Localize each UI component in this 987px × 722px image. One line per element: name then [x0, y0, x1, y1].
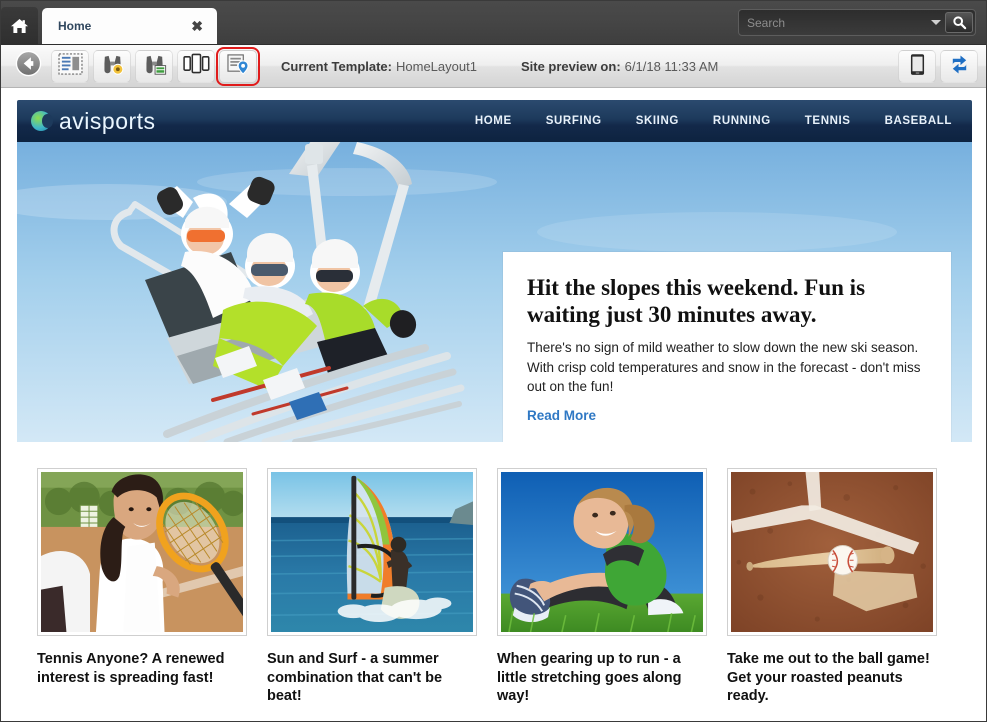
mobile-device-icon — [910, 53, 925, 81]
nav-item-baseball[interactable]: BASEBALL — [885, 115, 952, 127]
site-preview-pane: avisports HOME SURFING SKIING RUNNING TE… — [1, 88, 986, 721]
preview-restricted-button[interactable] — [93, 49, 131, 83]
nav-item-skiing[interactable]: SKIING — [636, 115, 679, 127]
tab-home[interactable]: Home ✖ — [42, 8, 217, 44]
site-preview-value: 6/1/18 11:33 AM — [624, 58, 719, 74]
hero-article-card: Hit the slopes this weekend. Fun is wait… — [503, 252, 951, 442]
nav-item-running[interactable]: RUNNING — [713, 115, 771, 127]
article-thumbnail[interactable] — [727, 468, 937, 636]
toolbar-right-group — [898, 50, 978, 83]
page-layout-button[interactable] — [51, 49, 89, 83]
back-button[interactable] — [9, 50, 47, 83]
article-title: Tennis Anyone? A renewed interest is spr… — [37, 651, 225, 686]
refresh-button[interactable] — [940, 50, 978, 83]
current-template-meta: Current Template: HomeLayout1 — [281, 59, 477, 74]
preview-page-button[interactable] — [135, 49, 173, 83]
tab-label: Home — [58, 19, 92, 33]
search-input[interactable] — [741, 12, 929, 33]
nav-item-surfing[interactable]: SURFING — [546, 115, 602, 127]
site-brand-name: avisports — [59, 107, 156, 134]
hero-section: Hit the slopes this weekend. Fun is wait… — [17, 142, 972, 442]
woman-stretching-on-grass-photo — [501, 472, 703, 632]
article-card-list: Tennis Anyone? A renewed interest is spr… — [17, 442, 972, 706]
article-title: Take me out to the ball game! Get your r… — [727, 651, 930, 705]
nav-item-home[interactable]: HOME — [475, 115, 512, 127]
refresh-sync-icon — [948, 53, 971, 81]
location-preview-button[interactable] — [216, 46, 260, 86]
article-thumbnail[interactable] — [267, 468, 477, 636]
article-thumbnail[interactable] — [497, 468, 707, 636]
home-button[interactable] — [1, 7, 38, 44]
mobile-preview-button[interactable] — [898, 50, 936, 83]
article-card[interactable]: Take me out to the ball game! Get your r… — [727, 468, 937, 706]
page-location-pin-icon — [226, 53, 251, 80]
search-button[interactable] — [945, 12, 973, 33]
site-preview-label: Site preview on: — [520, 58, 621, 74]
windsurfer-on-ocean-photo — [271, 472, 473, 632]
page-layout-icon — [57, 52, 83, 80]
current-template-label: Current Template: — [281, 58, 392, 74]
site-preview-meta: Site preview on: 6/1/18 11:33 AM — [521, 59, 718, 74]
devices-icon — [182, 53, 210, 79]
hero-read-more-link[interactable]: Read More — [527, 408, 596, 423]
article-thumbnail[interactable] — [37, 468, 247, 636]
current-template-value: HomeLayout1 — [396, 58, 477, 74]
article-card[interactable]: When gearing up to run - a little stretc… — [497, 468, 707, 706]
search-box — [738, 9, 976, 36]
article-title: Sun and Surf - a summer combination that… — [267, 651, 443, 705]
woman-with-tennis-racket-photo — [41, 472, 243, 632]
application-window: Home ✖ Search Current Template: HomeLayo… — [0, 0, 987, 722]
hero-title: Hit the slopes this weekend. Fun is wait… — [527, 275, 866, 328]
binoculars-warning-icon — [100, 52, 125, 80]
baseball-bat-and-ball-on-home-plate-photo — [731, 472, 933, 632]
toolbar: Current Template: HomeLayout1 Site previe… — [1, 45, 986, 88]
binoculars-page-icon — [142, 52, 167, 80]
nav-item-tennis[interactable]: TENNIS — [805, 115, 851, 127]
close-icon[interactable]: ✖ — [187, 17, 207, 35]
avisports-logo-icon — [31, 111, 53, 131]
site-logo[interactable]: avisports — [31, 108, 156, 135]
article-card[interactable]: Sun and Surf - a summer combination that… — [267, 468, 477, 706]
hero-body: There's no sign of mild weather to slow … — [527, 340, 921, 395]
site-header: avisports HOME SURFING SKIING RUNNING TE… — [17, 100, 972, 142]
device-widths-button[interactable] — [177, 49, 215, 83]
article-card[interactable]: Tennis Anyone? A renewed interest is spr… — [37, 468, 247, 706]
chevron-down-icon[interactable] — [929, 12, 943, 33]
tab-strip: Home ✖ — [1, 1, 986, 45]
site-navigation: HOME SURFING SKIING RUNNING TENNIS BASEB… — [475, 115, 952, 127]
search-icon — [952, 16, 966, 30]
back-arrow-icon — [15, 50, 42, 82]
article-title: When gearing up to run - a little stretc… — [497, 651, 682, 705]
home-icon — [10, 17, 29, 35]
